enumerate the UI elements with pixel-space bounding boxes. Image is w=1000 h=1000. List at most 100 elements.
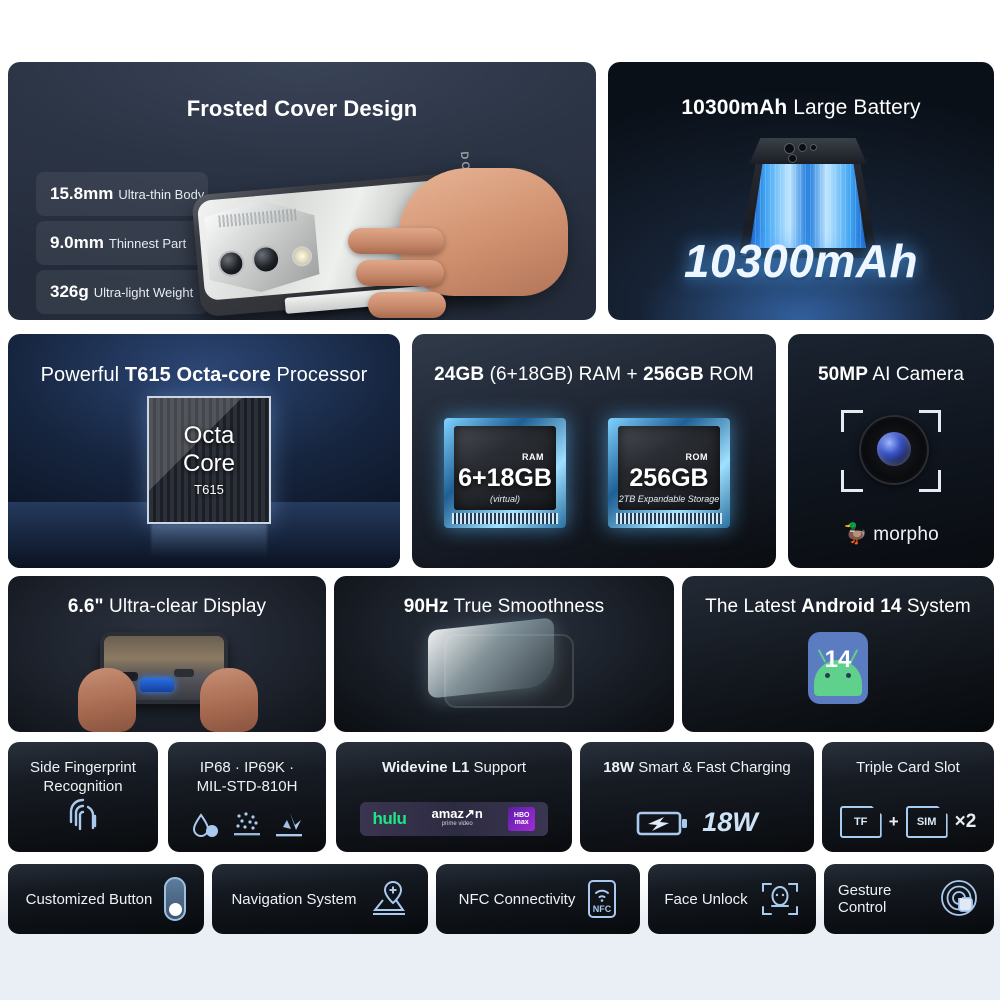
- ram-chip-illustration: RAM 6+18GB (virtual): [444, 418, 566, 528]
- camera-title: 50MP AI Camera: [788, 364, 994, 386]
- widevine-title-rest: Support: [469, 759, 527, 776]
- memory-title-ram: 24GB: [434, 364, 485, 385]
- dust-icon: [232, 810, 262, 840]
- rugged-title-line1: IP68 · IP69K ·: [199, 759, 295, 776]
- charging-title: 18W Smart & Fast Charging: [588, 758, 806, 777]
- rom-chip-sub: 2TB Expandable Storage: [618, 494, 720, 504]
- face-unlock-label: Face Unlock: [664, 890, 748, 908]
- processor-title-pre: Powerful: [40, 364, 125, 386]
- tile-triple-card-slot: Triple Card Slot TF + SIM ×2: [822, 742, 994, 852]
- chip-label-octa: Octa: [183, 422, 235, 449]
- gesture-tap-icon: [940, 879, 980, 919]
- spec-value: 326g: [50, 282, 89, 301]
- processor-title-post: Processor: [270, 364, 368, 386]
- tf-card-icon: TF: [839, 806, 882, 838]
- face-scan-icon: [760, 879, 800, 919]
- display-title: 6.6" Ultra-clear Display: [8, 596, 326, 618]
- rom-chip-kind: ROM: [685, 452, 708, 462]
- amazon-prime-video-logo: amaz↗n prime video: [431, 806, 483, 827]
- morpho-logo: 🦆 morpho: [788, 521, 994, 546]
- product-infographic: Frosted Cover Design 15.8mm Ultra-thin B…: [0, 0, 1000, 1000]
- battery-title-rest: Large Battery: [787, 96, 921, 119]
- navigation-system-label: Navigation System: [231, 890, 357, 908]
- rugged-title-line2: MIL-STD-810H: [196, 778, 298, 795]
- tile-rugged-rating: IP68 · IP69K · MIL-STD-810H: [168, 742, 326, 852]
- camera-title-mp: 50MP: [817, 364, 868, 385]
- refresh-title-rest: True Smoothness: [448, 596, 605, 617]
- tile-side-fingerprint: Side Fingerprint Recognition: [8, 742, 158, 852]
- android-version-number: 14: [824, 646, 852, 673]
- refresh-title: 90Hz True Smoothness: [334, 596, 674, 618]
- map-pin-icon: [369, 879, 409, 919]
- phone-camera-module: [749, 138, 867, 164]
- memory-title-end: ROM: [703, 364, 754, 385]
- widevine-title: Widevine L1 Support: [344, 758, 564, 777]
- fingerprint-icon: [64, 794, 102, 836]
- frosted-title: Frosted Cover Design: [186, 96, 418, 121]
- spec-chip-weight: 326g Ultra-light Weight: [36, 270, 208, 314]
- display-title-size: 6.6": [67, 596, 104, 617]
- streaming-service-logos: hulu amaz↗n prime video HBO max: [360, 802, 548, 836]
- processor-title: Powerful T615 Octa-core Processor: [8, 364, 400, 387]
- nfc-connectivity-label: NFC Connectivity: [458, 890, 576, 908]
- android-title-version: Android 14: [801, 596, 902, 617]
- memory-title-mid: (6+18GB) RAM +: [484, 364, 644, 385]
- processor-title-model: T615 Octa-core: [124, 364, 271, 386]
- spec-value: 15.8mm: [50, 184, 114, 203]
- display-title-rest: Ultra-clear Display: [103, 596, 267, 617]
- customized-button-label: Customized Button: [25, 890, 153, 908]
- hand-holding-phone: [338, 168, 568, 320]
- plus-sign: +: [888, 812, 899, 831]
- charging-wattage-value: 18W: [702, 807, 758, 837]
- camera-lens-icon: [861, 417, 927, 483]
- charging-title-watt: 18W: [603, 759, 635, 776]
- spec-label: Ultra-light Weight: [93, 284, 194, 300]
- chip-label-model: T615: [194, 482, 224, 497]
- android-title-post: System: [901, 596, 971, 617]
- panel-refresh-rate: 90Hz True Smoothness: [334, 576, 674, 732]
- camera-title-rest: AI Camera: [868, 364, 965, 385]
- panel-android-system: The Latest Android 14 System 14: [682, 576, 994, 732]
- pill-customized-button: Customized Button: [8, 864, 204, 934]
- ram-chip-kind: RAM: [522, 452, 544, 462]
- pill-gesture-control: Gesture Control: [824, 864, 994, 934]
- pill-navigation-system: Navigation System: [212, 864, 428, 934]
- memory-title-rom: 256GB: [643, 364, 704, 385]
- card-multiplier: ×2: [954, 811, 977, 832]
- ram-chip-sub: (virtual): [489, 494, 520, 504]
- svg-text:NFC: NFC: [593, 904, 612, 914]
- android-robot-icon: 14: [808, 632, 868, 704]
- battery-capacity-big-text: 10300mAh: [683, 235, 919, 287]
- toggle-switch-icon: [164, 877, 187, 921]
- water-drop-icon: [190, 810, 220, 840]
- sim-card-icon: SIM: [905, 806, 948, 838]
- refresh-title-hz: 90Hz: [403, 596, 449, 617]
- spec-value: 9.0mm: [50, 233, 104, 252]
- spec-label: Thinnest Part: [108, 235, 187, 251]
- rugged-title: IP68 · IP69K · MIL-STD-810H: [176, 758, 318, 796]
- panel-camera: 50MP AI Camera 🦆 morpho: [788, 334, 994, 568]
- widevine-title-bold: Widevine L1: [381, 759, 470, 776]
- battery-title-capacity: 10300mAh: [681, 96, 788, 119]
- ram-chip-value: 6+18GB: [458, 464, 552, 492]
- morpho-bird-icon: 🦆: [843, 523, 869, 545]
- panel-large-battery: 10300mAh Large Battery 10300mAh: [608, 62, 994, 320]
- android-title-pre: The Latest: [705, 596, 802, 617]
- nfc-icon: NFC: [587, 879, 617, 919]
- processor-chip-illustration: Octa Core T615: [147, 396, 271, 524]
- charging-title-rest: Smart & Fast Charging: [634, 759, 791, 776]
- drop-impact-icon: [274, 810, 304, 840]
- tile-widevine-support: Widevine L1 Support hulu amaz↗n prime vid…: [336, 742, 572, 852]
- spec-chip-thickness: 15.8mm Ultra-thin Body: [36, 172, 208, 216]
- morpho-wordmark: morpho: [873, 524, 939, 545]
- panel-display: 6.6" Ultra-clear Display: [8, 576, 326, 732]
- android-title: The Latest Android 14 System: [682, 596, 994, 618]
- hands-holding-phone: [68, 662, 268, 732]
- hbo-max-logo: HBO max: [507, 807, 536, 831]
- fingerprint-title: Side Fingerprint Recognition: [30, 759, 136, 795]
- chip-label-core: Core: [182, 450, 236, 477]
- rom-chip-value: 256GB: [629, 464, 709, 492]
- panel-frosted-cover-design: Frosted Cover Design 15.8mm Ultra-thin B…: [8, 62, 596, 320]
- pill-face-unlock: Face Unlock: [648, 864, 816, 934]
- gesture-control-label: Gesture Control: [838, 882, 892, 916]
